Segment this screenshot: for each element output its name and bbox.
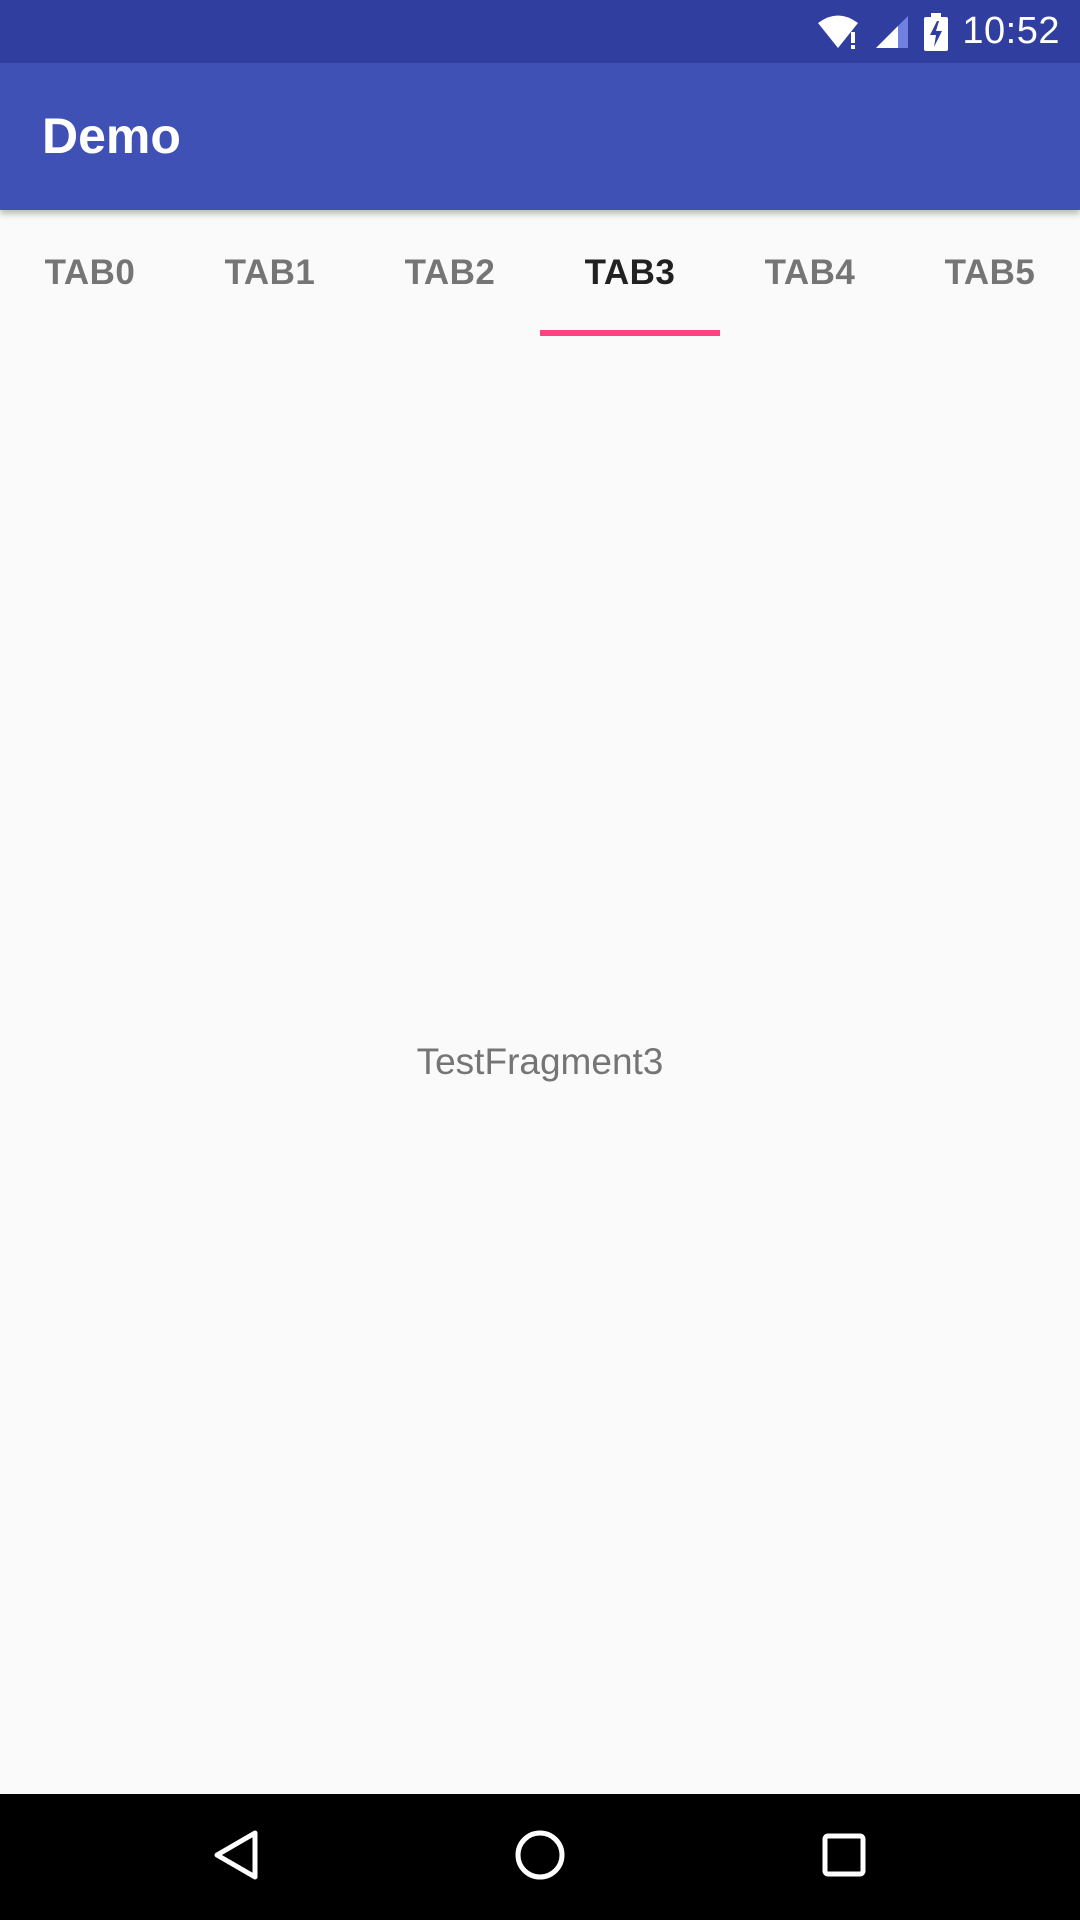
tab-label: TAB4 [764, 253, 856, 292]
tab-selected-indicator [540, 330, 720, 336]
tab-label: TAB2 [404, 253, 496, 292]
status-time: 10:52 [962, 10, 1060, 52]
wifi-alert-icon [816, 14, 860, 50]
fragment-content: TestFragment3 [0, 336, 1080, 1794]
tab-2[interactable]: TAB2 [360, 210, 540, 336]
tab-bar: TAB0 TAB1 TAB2 TAB3 TAB4 TAB5 [0, 210, 1080, 336]
app-bar: Demo [0, 63, 1080, 210]
back-button[interactable] [176, 1794, 296, 1920]
tab-3[interactable]: TAB3 [540, 210, 720, 336]
status-icons: 10:52 [816, 0, 1060, 63]
recents-button[interactable] [784, 1794, 904, 1920]
tab-label: TAB5 [944, 253, 1036, 292]
battery-charging-icon [924, 12, 949, 51]
back-icon [211, 1828, 261, 1887]
home-button[interactable] [480, 1794, 600, 1920]
tab-label: TAB0 [44, 253, 136, 292]
tab-5[interactable]: TAB5 [900, 210, 1080, 336]
home-icon [514, 1829, 566, 1886]
status-bar: 10:52 [0, 0, 1080, 63]
tab-label: TAB1 [224, 253, 316, 292]
tab-4[interactable]: TAB4 [720, 210, 900, 336]
cellular-signal-icon [874, 14, 910, 50]
recents-icon [821, 1832, 867, 1883]
fragment-text: TestFragment3 [416, 1041, 664, 1082]
tab-1[interactable]: TAB1 [180, 210, 360, 336]
navigation-bar [0, 1794, 1080, 1920]
tab-label: TAB3 [584, 253, 676, 292]
tab-0[interactable]: TAB0 [0, 210, 180, 336]
app-title: Demo [42, 108, 181, 164]
